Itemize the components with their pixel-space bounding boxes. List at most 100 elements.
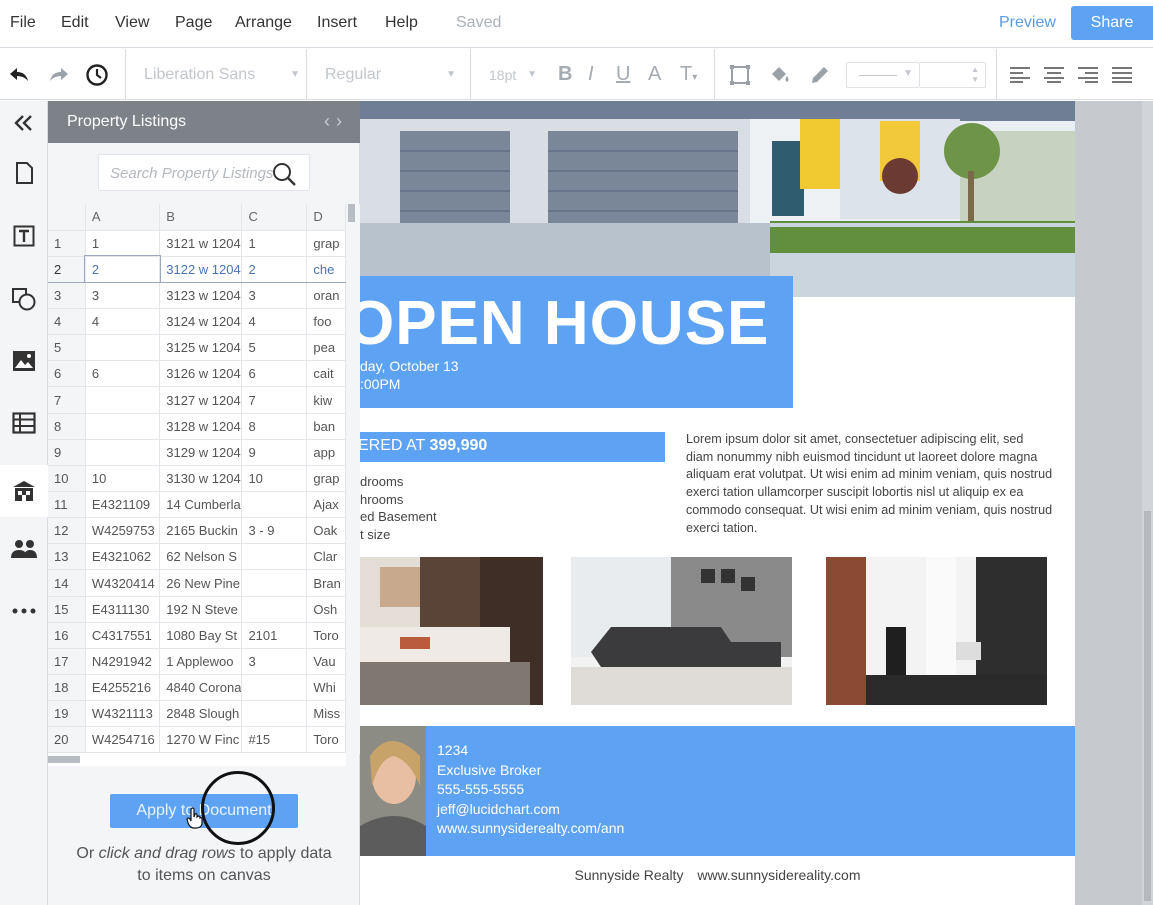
preview-button[interactable]: Preview: [999, 14, 1056, 32]
menu-edit[interactable]: Edit: [61, 14, 89, 32]
table-row[interactable]: 11 E4321109 14 Cumberla Ajax: [48, 491, 346, 519]
table-cell[interactable]: [85, 386, 161, 414]
table-cell[interactable]: 2101: [241, 622, 308, 649]
column-header[interactable]: C: [241, 204, 308, 231]
house-exterior-image[interactable]: [360, 101, 1075, 297]
table-cell[interactable]: 62 Nelson S: [159, 543, 243, 571]
table-cell[interactable]: Toro: [306, 726, 346, 754]
open-house-banner[interactable]: OPEN HOUSE day, October 13 :00PM: [360, 276, 793, 408]
table-row[interactable]: 7 3127 w 1204 7 kiw: [48, 386, 346, 414]
text-options-button[interactable]: T▾: [680, 61, 697, 91]
redo-icon[interactable]: [44, 49, 74, 100]
panel-nav-arrows[interactable]: ‹›: [324, 111, 348, 132]
line-width-stepper[interactable]: ▲ ▼: [920, 62, 986, 88]
table-row[interactable]: 19 W4321113 2848 Slough Miss: [48, 700, 346, 728]
table-cell[interactable]: Whi: [306, 674, 346, 702]
shapes-icon[interactable]: [0, 279, 48, 319]
table-cell[interactable]: 1: [85, 230, 161, 257]
shape-border-icon[interactable]: [726, 49, 754, 100]
table-row[interactable]: 2 2 3122 w 1204 2 che: [48, 255, 346, 284]
row-number[interactable]: 4: [48, 308, 86, 336]
table-cell[interactable]: 3: [241, 282, 308, 310]
font-weight-dropdown[interactable]: Regular ▼: [325, 62, 458, 88]
text-color-button[interactable]: A: [648, 61, 661, 87]
table-cell[interactable]: E4255216: [85, 674, 161, 702]
row-number[interactable]: 2: [48, 255, 86, 283]
table-cell[interactable]: 3128 w 1204: [159, 413, 243, 440]
agent-phone[interactable]: 555-555-5555: [437, 780, 624, 800]
grid-vertical-scrollbar[interactable]: [346, 204, 360, 754]
italic-button[interactable]: I: [588, 61, 594, 87]
table-cell[interactable]: 3126 w 1204: [159, 360, 243, 388]
table-cell[interactable]: W4254716: [85, 726, 161, 754]
menu-file[interactable]: File: [10, 14, 36, 32]
table-cell[interactable]: C4317551: [85, 622, 161, 649]
canvas-vertical-scrollbar[interactable]: [1142, 101, 1153, 905]
line-style-dropdown[interactable]: ▼: [846, 62, 920, 88]
table-cell[interactable]: app: [306, 439, 346, 466]
more-icon[interactable]: [0, 591, 48, 631]
share-button[interactable]: Share: [1071, 6, 1153, 40]
table-cell[interactable]: [85, 413, 161, 440]
table-cell[interactable]: Bran: [306, 569, 346, 597]
table-cell[interactable]: 2: [84, 255, 161, 284]
table-cell[interactable]: 3: [241, 648, 308, 676]
table-cell[interactable]: Osh: [306, 596, 346, 623]
align-left-icon[interactable]: [1008, 49, 1032, 100]
table-cell[interactable]: Clar: [306, 543, 346, 571]
table-cell[interactable]: pea: [306, 334, 346, 362]
data-grid[interactable]: A B C D 1 1 3121 w 1204 1 grap 2 2 3122 w 1204 2…: [48, 204, 346, 754]
event-time[interactable]: :00PM: [360, 376, 400, 392]
history-icon[interactable]: [82, 49, 112, 100]
table-row[interactable]: 5 3125 w 1204 5 pea: [48, 334, 346, 362]
table-cell[interactable]: 1 Applewoo: [159, 648, 243, 676]
table-cell[interactable]: [241, 543, 308, 571]
document-canvas[interactable]: OPEN HOUSE day, October 13 :00PM ERED AT…: [360, 101, 1153, 905]
table-row[interactable]: 16 C4317551 1080 Bay St 2101 Toro: [48, 622, 346, 649]
collapse-icon[interactable]: [0, 103, 48, 143]
undo-icon[interactable]: [4, 49, 34, 100]
table-row[interactable]: 14 W4320414 26 New Pine Bran: [48, 569, 346, 597]
table-cell[interactable]: 3: [85, 282, 161, 310]
table-cell[interactable]: #15: [241, 726, 308, 754]
row-number[interactable]: 15: [48, 596, 86, 623]
table-cell[interactable]: 4840 Corona: [159, 674, 243, 702]
table-cell[interactable]: 3129 w 1204: [159, 439, 243, 466]
table-cell[interactable]: ban: [306, 413, 346, 440]
agent-email[interactable]: jeff@lucidchart.com: [437, 800, 624, 820]
table-row[interactable]: 12 W4259753 2165 Buckin 3 - 9 Oak: [48, 517, 346, 545]
font-size-dropdown[interactable]: 18pt ▼: [489, 62, 539, 88]
table-cell[interactable]: [241, 596, 308, 623]
agent-website[interactable]: www.sunnysiderealty.com/ann: [437, 819, 624, 839]
table-row[interactable]: 4 4 3124 w 1204 4 foo: [48, 308, 346, 336]
row-number[interactable]: 8: [48, 413, 86, 440]
agent-line1[interactable]: 1234: [437, 741, 624, 761]
table-row[interactable]: 20 W4254716 1270 W Finc #15 Toro: [48, 726, 346, 754]
row-number[interactable]: 20: [48, 726, 86, 754]
price-bar[interactable]: ERED AT 399,990: [360, 432, 665, 462]
agent-info[interactable]: 1234 Exclusive Broker 555-555-5555 jeff@…: [437, 741, 624, 839]
column-header[interactable]: D: [306, 204, 346, 231]
building-icon[interactable]: [0, 465, 48, 517]
search-input[interactable]: Search Property Listings: [98, 154, 310, 191]
table-cell[interactable]: 9: [241, 439, 308, 466]
font-family-dropdown[interactable]: Liberation Sans ▼: [144, 62, 304, 88]
table-cell[interactable]: [85, 334, 161, 362]
table-cell[interactable]: Toro: [306, 622, 346, 649]
table-cell[interactable]: 2: [241, 255, 308, 283]
table-cell[interactable]: 4: [241, 308, 308, 336]
menu-view[interactable]: View: [115, 14, 149, 32]
table-cell[interactable]: W4320414: [85, 569, 161, 597]
table-cell[interactable]: E4321062: [85, 543, 161, 571]
row-number[interactable]: 12: [48, 517, 86, 545]
table-cell[interactable]: 14 Cumberla: [159, 491, 243, 519]
table-cell[interactable]: E4321109: [85, 491, 161, 519]
row-number[interactable]: 19: [48, 700, 86, 728]
table-cell[interactable]: W4321113: [85, 700, 161, 728]
table-row[interactable]: 15 E4311130 192 N Steve Osh: [48, 596, 346, 623]
menu-arrange[interactable]: Arrange: [235, 14, 292, 32]
table-cell[interactable]: cait: [306, 360, 346, 388]
people-icon[interactable]: [0, 529, 48, 569]
table-cell[interactable]: [241, 569, 308, 597]
table-cell[interactable]: 2848 Slough: [159, 700, 243, 728]
